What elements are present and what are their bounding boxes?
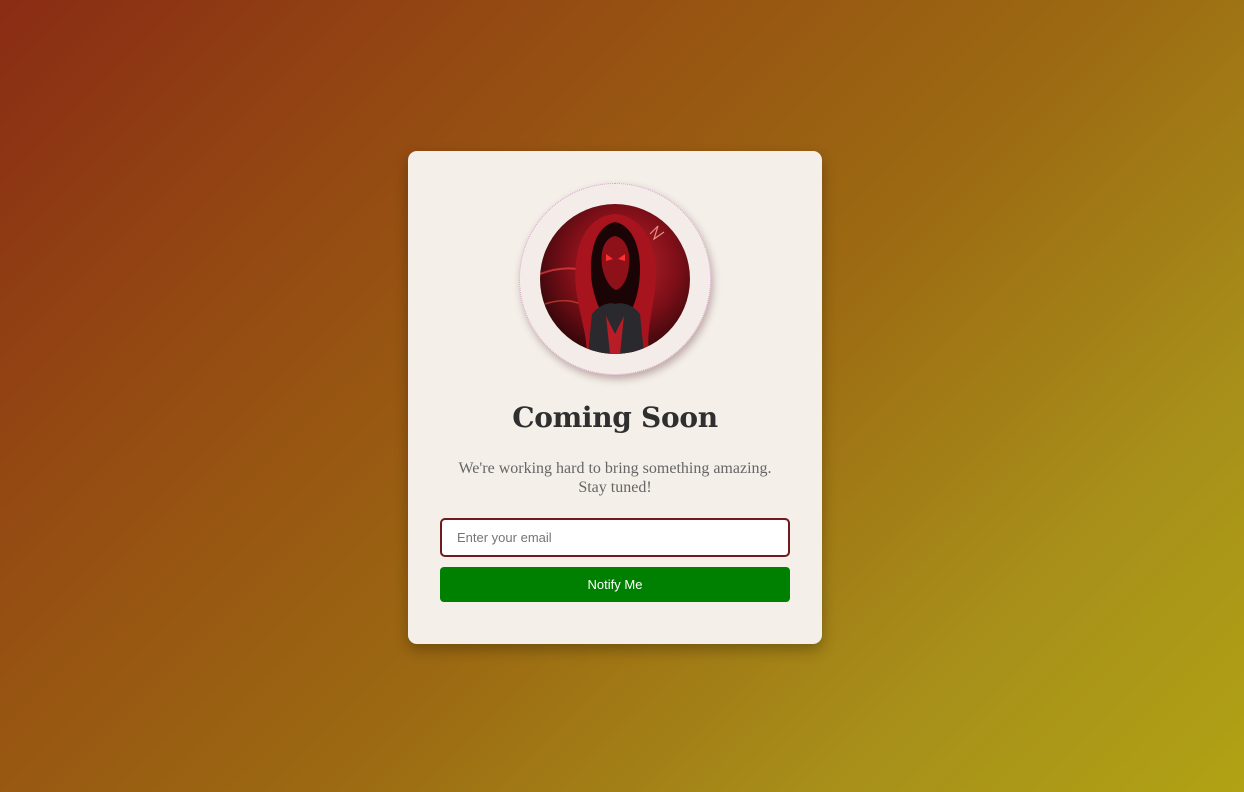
avatar bbox=[540, 204, 690, 354]
avatar-frame bbox=[519, 183, 711, 375]
email-input[interactable] bbox=[440, 518, 790, 557]
page-title: Coming Soon bbox=[512, 401, 718, 434]
subtitle-text: We're working hard to bring something am… bbox=[458, 460, 772, 496]
notify-me-button[interactable]: Notify Me bbox=[440, 567, 790, 602]
page-background: { "card": { "title": "Coming Soon", "sub… bbox=[0, 0, 1244, 792]
hooded-figure-avatar-icon bbox=[540, 214, 665, 354]
coming-soon-card: Coming Soon We're working hard to bring … bbox=[408, 151, 822, 644]
